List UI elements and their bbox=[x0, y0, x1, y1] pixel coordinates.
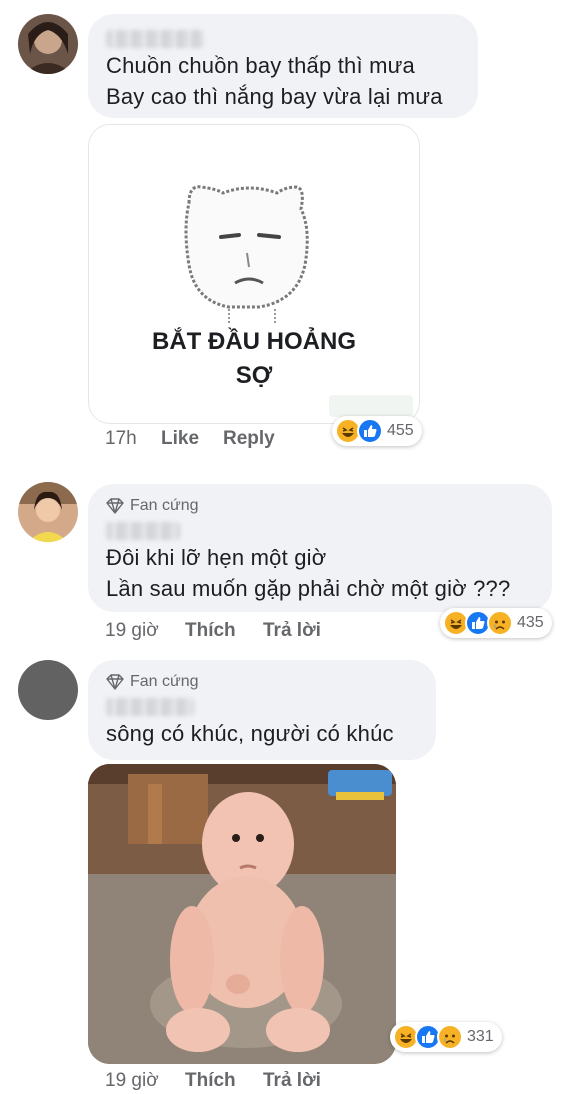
watermark bbox=[329, 395, 413, 417]
commenter-name-blurred[interactable] bbox=[106, 30, 204, 48]
like-reaction-icon bbox=[357, 418, 383, 444]
comment-time[interactable]: 19 giờ bbox=[105, 620, 185, 642]
badge-label: Fan cứng bbox=[130, 497, 199, 514]
reaction-count: 455 bbox=[387, 422, 414, 439]
comment-time[interactable]: 17h bbox=[105, 428, 161, 450]
reply-button[interactable]: Trả lời bbox=[263, 620, 321, 642]
sad-reaction-icon bbox=[437, 1024, 463, 1050]
reply-button[interactable]: Trả lời bbox=[263, 1070, 321, 1092]
reactions-summary[interactable]: 455 bbox=[332, 416, 422, 446]
reactions-summary[interactable]: 435 bbox=[440, 608, 552, 638]
avatar[interactable] bbox=[18, 660, 78, 720]
comment-actions: 19 giờ Thích Trả lời bbox=[105, 620, 321, 642]
like-button[interactable]: Like bbox=[161, 428, 223, 450]
comment-actions: 17h Like Reply bbox=[105, 428, 275, 450]
comment-text: sông có khúc, người có khúc bbox=[106, 721, 394, 746]
comment-bubble: Fan cứng Đôi khi lỡ hẹn một giờ Lần sau … bbox=[88, 484, 552, 612]
top-fan-badge[interactable]: Fan cứng bbox=[106, 494, 534, 518]
sad-reaction-icon bbox=[487, 610, 513, 636]
badge-label: Fan cứng bbox=[130, 673, 199, 690]
comment-bubble: Chuồn chuồn bay thấp thì mưa Bay cao thì… bbox=[88, 14, 478, 118]
diamond-icon bbox=[106, 674, 124, 690]
comment-actions: 19 giờ Thích Trả lời bbox=[105, 1070, 321, 1092]
baby-photo-image bbox=[88, 764, 396, 1064]
like-button[interactable]: Thích bbox=[185, 1070, 263, 1092]
reactions-summary[interactable]: 331 bbox=[390, 1022, 502, 1052]
reaction-count: 435 bbox=[517, 614, 544, 631]
comment-text: Đôi khi lỡ hẹn một giờ Lần sau muốn gặp … bbox=[106, 545, 511, 601]
commenter-name-blurred[interactable] bbox=[106, 698, 194, 716]
top-fan-badge[interactable]: Fan cứng bbox=[106, 670, 418, 694]
photo-attachment[interactable] bbox=[88, 764, 396, 1064]
avatar[interactable] bbox=[18, 482, 78, 542]
comment-time[interactable]: 19 giờ bbox=[105, 1070, 185, 1092]
diamond-icon bbox=[106, 498, 124, 514]
sticker-attachment[interactable]: BẮT ĐẦU HOẢNG SỢ bbox=[88, 124, 420, 424]
sticker-caption: BẮT ĐẦU HOẢNG SỢ bbox=[152, 328, 356, 389]
commenter-name-blurred[interactable] bbox=[106, 522, 180, 540]
sticker-face-image bbox=[184, 185, 309, 323]
comment-text: Chuồn chuồn bay thấp thì mưa Bay cao thì… bbox=[106, 53, 443, 109]
like-button[interactable]: Thích bbox=[185, 620, 263, 642]
comment-bubble: Fan cứng sông có khúc, người có khúc bbox=[88, 660, 436, 760]
avatar[interactable] bbox=[18, 14, 78, 74]
reaction-count: 331 bbox=[467, 1028, 494, 1045]
reply-button[interactable]: Reply bbox=[223, 428, 275, 450]
